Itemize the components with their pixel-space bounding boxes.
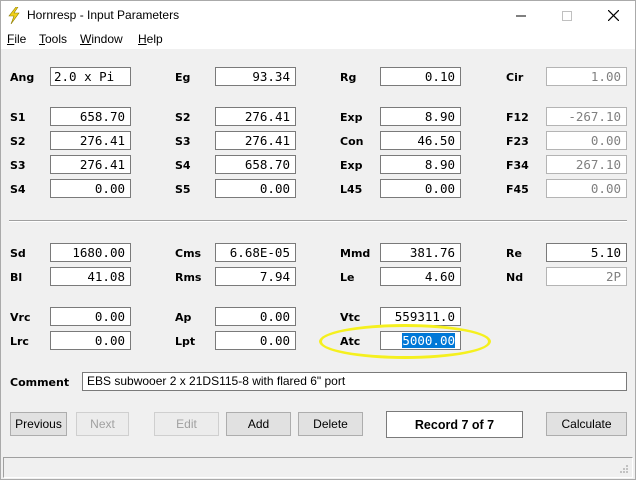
menu-tools[interactable]: Tools bbox=[39, 32, 67, 46]
f23-field: 0.00 bbox=[546, 131, 627, 150]
exp2-field[interactable]: 8.90 bbox=[380, 155, 461, 174]
comment-field[interactable]: EBS subwooer 2 x 21DS115-8 with flared 6… bbox=[82, 372, 627, 391]
menu-file[interactable]: File bbox=[7, 32, 26, 46]
s5-label: S5 bbox=[175, 183, 191, 196]
minimize-icon bbox=[516, 15, 526, 16]
record-indicator: Record 7 of 7 bbox=[386, 411, 523, 438]
exp1-field[interactable]: 8.90 bbox=[380, 107, 461, 126]
status-bar bbox=[3, 457, 633, 478]
s4b-label: S4 bbox=[10, 183, 26, 196]
s2b-label: S2 bbox=[10, 135, 26, 148]
le-field[interactable]: 4.60 bbox=[380, 267, 461, 286]
calculate-button[interactable]: Calculate bbox=[546, 412, 627, 436]
bl-label: Bl bbox=[10, 271, 23, 284]
f23-label: F23 bbox=[506, 135, 529, 148]
lpt-label: Lpt bbox=[175, 335, 196, 348]
exp1-label: Exp bbox=[340, 111, 363, 124]
mmd-label: Mmd bbox=[340, 247, 371, 260]
lightning-icon bbox=[8, 7, 20, 24]
delete-button[interactable]: Delete bbox=[298, 412, 363, 436]
vrc-field[interactable]: 0.00 bbox=[50, 307, 131, 326]
eg-field[interactable]: 93.34 bbox=[215, 67, 296, 86]
bl-field[interactable]: 41.08 bbox=[50, 267, 131, 286]
lpt-field[interactable]: 0.00 bbox=[215, 331, 296, 350]
con-label: Con bbox=[340, 135, 364, 148]
add-button[interactable]: Add bbox=[226, 412, 291, 436]
cir-label: Cir bbox=[506, 71, 524, 84]
cms-field[interactable]: 6.68E-05 bbox=[215, 243, 296, 262]
hornresp-window: Hornresp - Input Parameters File Tools W… bbox=[0, 0, 636, 480]
l45-field[interactable]: 0.00 bbox=[380, 179, 461, 198]
close-icon bbox=[607, 10, 619, 21]
re-field[interactable]: 5.10 bbox=[546, 243, 627, 262]
s2-label: S2 bbox=[175, 111, 191, 124]
lrc-label: Lrc bbox=[10, 335, 29, 348]
menu-window[interactable]: Window bbox=[80, 32, 123, 46]
s2b-field[interactable]: 276.41 bbox=[50, 131, 131, 150]
lrc-field[interactable]: 0.00 bbox=[50, 331, 131, 350]
s5-field[interactable]: 0.00 bbox=[215, 179, 296, 198]
vrc-label: Vrc bbox=[10, 311, 31, 324]
menu-help[interactable]: Help bbox=[138, 32, 163, 46]
nd-label: Nd bbox=[506, 271, 524, 284]
highlight-ellipse bbox=[319, 324, 491, 359]
rms-field[interactable]: 7.94 bbox=[215, 267, 296, 286]
cir-field: 1.00 bbox=[546, 67, 627, 86]
maximize-icon bbox=[562, 10, 572, 21]
s4-field[interactable]: 658.70 bbox=[215, 155, 296, 174]
f12-label: F12 bbox=[506, 111, 529, 124]
comment-label: Comment bbox=[10, 376, 70, 389]
ap-label: Ap bbox=[175, 311, 192, 324]
con-field[interactable]: 46.50 bbox=[380, 131, 461, 150]
f34-label: F34 bbox=[506, 159, 529, 172]
le-label: Le bbox=[340, 271, 355, 284]
next-button[interactable]: Next bbox=[76, 412, 129, 436]
rms-label: Rms bbox=[175, 271, 202, 284]
exp2-label: Exp bbox=[340, 159, 363, 172]
vtc-field[interactable]: 559311.0 bbox=[380, 307, 461, 326]
sd-field[interactable]: 1680.00 bbox=[50, 243, 131, 262]
nd-field: 2P bbox=[546, 267, 627, 286]
eg-label: Eg bbox=[175, 71, 191, 84]
f34-field: 267.10 bbox=[546, 155, 627, 174]
minimize-button[interactable] bbox=[498, 1, 544, 30]
s3b-field[interactable]: 276.41 bbox=[50, 155, 131, 174]
resize-grip-icon[interactable] bbox=[619, 464, 629, 474]
mmd-field[interactable]: 381.76 bbox=[380, 243, 461, 262]
close-button[interactable] bbox=[590, 1, 636, 30]
edit-button[interactable]: Edit bbox=[154, 412, 219, 436]
f45-label: F45 bbox=[506, 183, 529, 196]
menu-bar: File Tools Window Help bbox=[1, 30, 635, 49]
maximize-button[interactable] bbox=[544, 1, 590, 30]
f45-field: 0.00 bbox=[546, 179, 627, 198]
l45-label: L45 bbox=[340, 183, 363, 196]
rg-field[interactable]: 0.10 bbox=[380, 67, 461, 86]
s1-field[interactable]: 658.70 bbox=[50, 107, 131, 126]
s3b-label: S3 bbox=[10, 159, 26, 172]
vtc-label: Vtc bbox=[340, 311, 361, 324]
previous-button[interactable]: Previous bbox=[10, 412, 67, 436]
re-label: Re bbox=[506, 247, 522, 260]
s4-label: S4 bbox=[175, 159, 191, 172]
section-divider bbox=[9, 220, 627, 222]
s1-label: S1 bbox=[10, 111, 26, 124]
s4b-field[interactable]: 0.00 bbox=[50, 179, 131, 198]
sd-label: Sd bbox=[10, 247, 26, 260]
ang-field[interactable]: 2.0 x Pi bbox=[50, 67, 131, 86]
s2-field[interactable]: 276.41 bbox=[215, 107, 296, 126]
cms-label: Cms bbox=[175, 247, 202, 260]
rg-label: Rg bbox=[340, 71, 357, 84]
ap-field[interactable]: 0.00 bbox=[215, 307, 296, 326]
title-bar: Hornresp - Input Parameters bbox=[1, 1, 635, 30]
s3-label: S3 bbox=[175, 135, 191, 148]
ang-label: Ang bbox=[10, 71, 35, 84]
window-title: Hornresp - Input Parameters bbox=[27, 8, 180, 22]
f12-field: -267.10 bbox=[546, 107, 627, 126]
s3-field[interactable]: 276.41 bbox=[215, 131, 296, 150]
